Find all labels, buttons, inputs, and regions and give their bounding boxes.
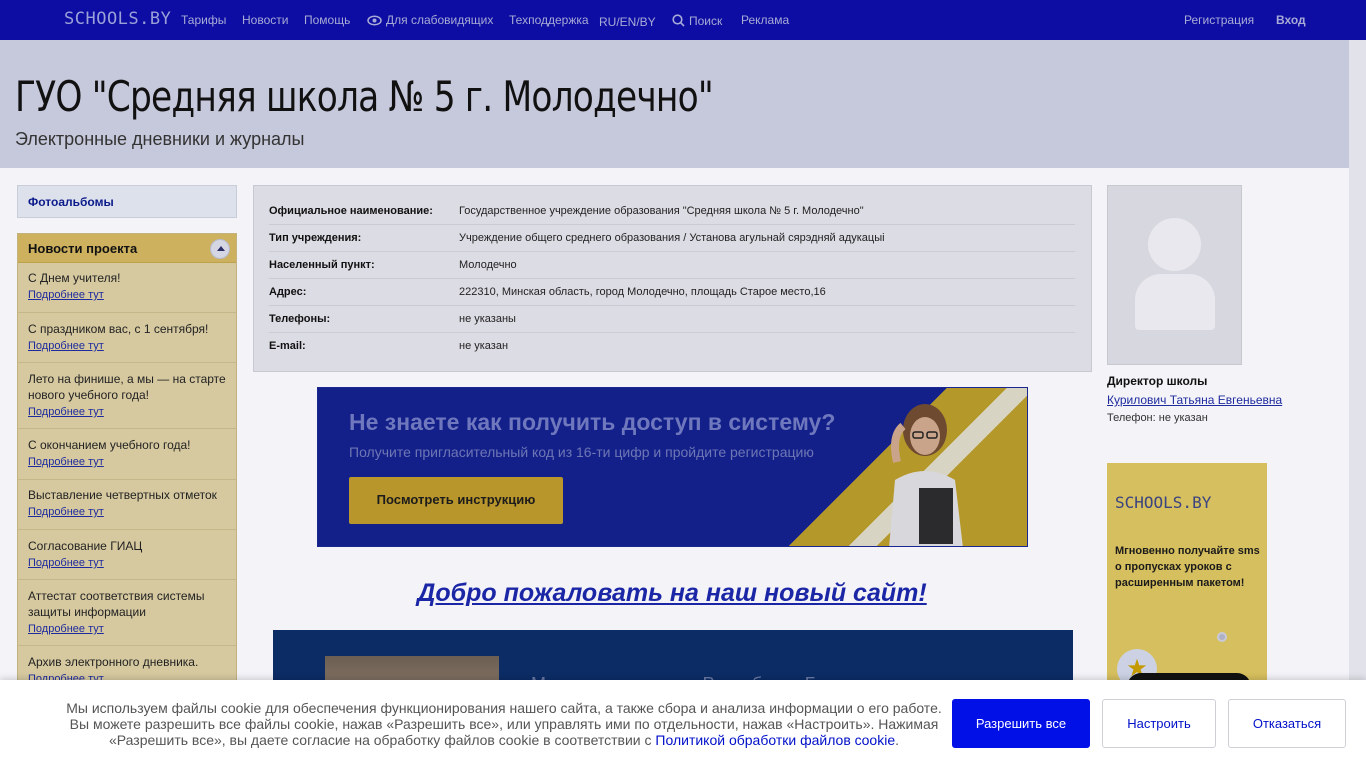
avatar-body-shape [1135, 274, 1215, 330]
news-item: С Днем учителя! Подробнее тут [28, 270, 230, 301]
avatar-head-shape [1148, 218, 1201, 271]
news-item: Лето на финише, а мы — на старте нового … [28, 371, 230, 418]
page-title: ГУО "Средняя школа № 5 г. Молодечно" [15, 72, 714, 121]
news-item-title: С окончанием учебного года! [28, 438, 191, 452]
nav-search[interactable]: Поиск [672, 14, 722, 30]
news-divider [18, 479, 236, 480]
nav-language[interactable]: RU/EN/BY [599, 15, 656, 29]
nav-support[interactable]: Техподдержка [509, 13, 589, 27]
info-row: Телефоны: не указаны [269, 306, 1075, 333]
register-link[interactable]: Регистрация [1184, 13, 1254, 27]
info-row: Адрес: 222310, Минская область, город Мо… [269, 279, 1075, 306]
search-icon [672, 14, 685, 30]
info-label: Официальное наименование: [269, 205, 433, 217]
banner-subtitle: Получите пригласительный код из 16-ти ци… [349, 444, 814, 460]
news-more-link[interactable]: Подробнее тут [28, 623, 230, 635]
info-value: Молодечно [459, 259, 517, 271]
decline-cookies-button[interactable]: Отказаться [1228, 699, 1346, 748]
info-label: E-mail: [269, 340, 306, 352]
access-banner[interactable]: Не знаете как получить доступ в систему?… [317, 387, 1028, 547]
news-panel-title: Новости проекта [28, 241, 138, 256]
ad-logo: SCHOOLS.BY [1115, 493, 1212, 512]
page-scrollbar[interactable] [1349, 40, 1366, 680]
sms-ad-banner[interactable]: SCHOOLS.BY Мгновенно получайте sms о про… [1107, 463, 1267, 703]
news-item: С праздником вас, с 1 сентября! Подробне… [28, 321, 230, 352]
banner-title: Не знаете как получить доступ в систему? [349, 409, 836, 435]
info-label: Населенный пункт: [269, 259, 375, 271]
photo-albums-box: Фотоальбомы [17, 185, 237, 218]
news-item: С окончанием учебного года! Подробнее ту… [28, 437, 230, 468]
info-value: Государственное учреждение образования "… [459, 205, 864, 217]
news-item-title: С Днем учителя! [28, 271, 121, 285]
news-item: Согласование ГИАЦ Подробнее тут [28, 538, 230, 569]
view-instruction-button[interactable]: Посмотреть инструкцию [349, 477, 563, 524]
info-value: не указан [459, 340, 509, 352]
news-divider [18, 645, 236, 646]
news-item-title: С праздником вас, с 1 сентября! [28, 322, 209, 336]
eye-icon [367, 15, 382, 29]
info-value: не указаны [459, 313, 516, 325]
nav-search-label: Поиск [689, 14, 723, 28]
school-header: ГУО "Средняя школа № 5 г. Молодечно" Эле… [0, 40, 1366, 168]
info-value: 222310, Минская область, город Молодечно… [459, 286, 826, 298]
collapse-chevron-up-icon[interactable] [210, 239, 230, 259]
allow-all-cookies-button[interactable]: Разрешить все [952, 699, 1090, 748]
site-logo[interactable]: SCHOOLS.BY [64, 9, 171, 29]
news-divider [18, 529, 236, 530]
info-row: E-mail: не указан [269, 333, 1075, 360]
news-item: Выставление четвертных отметок Подробнее… [28, 487, 230, 518]
cookie-text-after: . [895, 732, 900, 748]
cookie-consent-bar: Мы используем файлы cookie для обеспечен… [0, 680, 1366, 768]
info-row: Населенный пункт: Молодечно [269, 252, 1075, 279]
cookie-text: Мы используем файлы cookie для обеспечен… [56, 700, 952, 748]
photo-albums-link[interactable]: Фотоальбомы [28, 195, 114, 209]
news-more-link[interactable]: Подробнее тут [28, 506, 230, 518]
news-item-title: Выставление четвертных отметок [28, 488, 217, 502]
info-label: Телефоны: [269, 313, 331, 325]
info-label: Тип учреждения: [269, 232, 362, 244]
info-value: Учреждение общего среднего образования /… [459, 232, 885, 244]
news-item-title: Согласование ГИАЦ [28, 539, 143, 553]
info-row: Официальное наименование: Государственно… [269, 198, 1075, 225]
cookie-policy-link[interactable]: Политикой обработки файлов cookie [655, 732, 895, 748]
view-instruction-label: Посмотреть инструкцию [376, 492, 536, 507]
nav-accessibility-label: Для слабовидящих [386, 13, 494, 27]
info-label: Адрес: [269, 286, 307, 298]
nav-help[interactable]: Помощь [304, 13, 350, 27]
thinking-woman-illustration [889, 404, 963, 546]
news-more-link[interactable]: Подробнее тут [28, 406, 230, 418]
news-item-title: Архив электронного дневника. [28, 655, 199, 669]
ad-dot-icon [1217, 632, 1227, 642]
news-divider [18, 312, 236, 313]
configure-cookies-button[interactable]: Настроить [1102, 699, 1216, 748]
nav-tariffs[interactable]: Тарифы [181, 13, 226, 27]
news-item-title: Лето на финише, а мы — на старте нового … [28, 372, 226, 402]
nav-advertising[interactable]: Реклама [741, 13, 789, 27]
news-more-link[interactable]: Подробнее тут [28, 557, 230, 569]
ad-text: Мгновенно получайте sms о пропусках урок… [1115, 545, 1260, 589]
news-more-link[interactable]: Подробнее тут [28, 456, 230, 468]
director-role: Директор школы [1107, 374, 1208, 388]
news-divider [18, 428, 236, 429]
page-subtitle: Электронные дневники и журналы [15, 129, 305, 149]
info-row: Тип учреждения: Учреждение общего средне… [269, 225, 1075, 252]
director-phone: Телефон: не указан [1107, 412, 1208, 424]
nav-accessibility[interactable]: Для слабовидящих [367, 13, 493, 29]
news-more-link[interactable]: Подробнее тут [28, 289, 230, 301]
project-news-panel: Новости проекта С Днем учителя! Подробне… [17, 233, 237, 693]
news-more-link[interactable]: Подробнее тут [28, 340, 230, 352]
top-navbar: SCHOOLS.BY Тарифы Новости Помощь Для сла… [0, 0, 1366, 40]
login-link[interactable]: Вход [1276, 13, 1306, 27]
school-info-card: Официальное наименование: Государственно… [253, 185, 1092, 372]
news-divider [18, 362, 236, 363]
news-panel-header: Новости проекта [18, 234, 236, 263]
director-avatar [1107, 185, 1242, 365]
director-name-link[interactable]: Курилович Татьяна Евгеньевна [1107, 393, 1282, 407]
nav-news[interactable]: Новости [242, 13, 288, 27]
